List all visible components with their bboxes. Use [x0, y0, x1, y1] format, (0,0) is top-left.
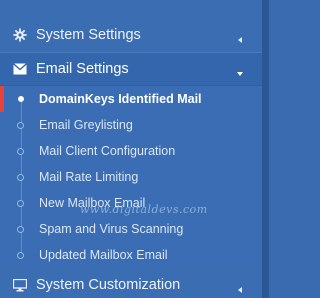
submenu-item-label: Updated Mailbox Email [39, 248, 168, 262]
submenu-item-domainkeys[interactable]: DomainKeys Identified Mail [0, 86, 262, 112]
menu-system-settings[interactable]: System Settings [0, 18, 262, 52]
bullet-icon [17, 147, 24, 155]
submenu-item-email-greylisting[interactable]: Email Greylisting [0, 112, 262, 138]
menu-system-customization-label: System Customization [36, 277, 181, 293]
submenu-item-new-mailbox-email[interactable]: New Mailbox Email [0, 190, 262, 216]
submenu-item-label: DomainKeys Identified Mail [39, 92, 202, 106]
bullet-icon [17, 199, 24, 207]
submenu-item-label: Mail Rate Limiting [39, 170, 139, 184]
menu-system-settings-label: System Settings [36, 27, 141, 43]
email-settings-submenu: DomainKeys Identified Mail Email Greylis… [0, 86, 262, 268]
chevron-left-icon [236, 31, 244, 43]
bullet-icon [17, 121, 24, 129]
menu-system-customization[interactable]: System Customization [0, 268, 262, 298]
bullet-icon [17, 173, 24, 181]
submenu-item-label: Mail Client Configuration [39, 144, 176, 158]
gear-icon [12, 27, 28, 43]
submenu-item-mail-rate-limiting[interactable]: Mail Rate Limiting [0, 164, 262, 190]
submenu-item-spam-virus-scanning[interactable]: Spam and Virus Scanning [0, 216, 262, 242]
submenu-item-label: New Mailbox Email [39, 196, 146, 210]
monitor-icon [12, 277, 28, 293]
chevron-left-icon [236, 281, 244, 293]
submenu-item-label: Spam and Virus Scanning [39, 222, 184, 236]
chevron-down-icon [236, 65, 244, 76]
bullet-icon [17, 251, 24, 259]
bullet-icon [17, 225, 24, 233]
menu-email-settings[interactable]: Email Settings [0, 52, 262, 86]
envelope-icon [12, 61, 28, 77]
menu-email-settings-label: Email Settings [36, 61, 129, 77]
active-indicator [0, 86, 4, 112]
sidebar-edge [262, 0, 269, 298]
bullet-icon [18, 96, 24, 102]
submenu-item-label: Email Greylisting [39, 118, 133, 132]
submenu-item-mail-client-configuration[interactable]: Mail Client Configuration [0, 138, 262, 164]
submenu-item-updated-mailbox-email[interactable]: Updated Mailbox Email [0, 242, 262, 268]
sidebar: System Settings Email Settings DomainKey… [0, 0, 262, 298]
